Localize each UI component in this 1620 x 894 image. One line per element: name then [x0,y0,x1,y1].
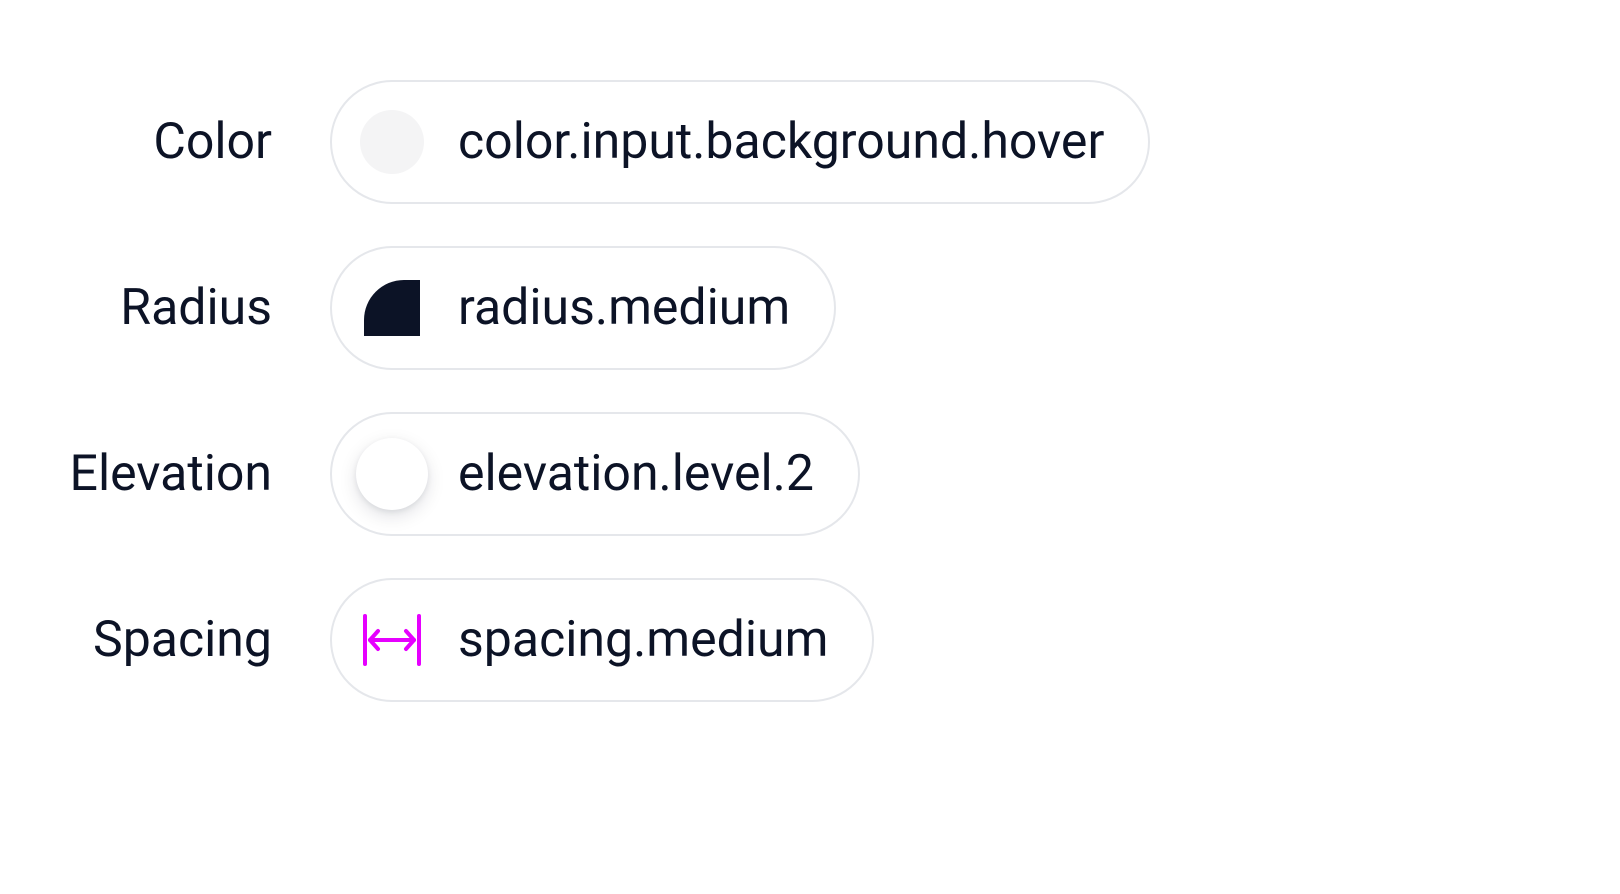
elevation-swatch-icon [360,442,424,506]
token-name: color.input.background.hover [458,113,1104,171]
token-name: elevation.level.2 [458,445,814,503]
token-label: Color [0,113,330,171]
spacing-swatch-icon [360,608,424,672]
token-row-spacing: Spacing spacing.medium [0,578,1620,702]
token-pill-elevation[interactable]: elevation.level.2 [330,412,860,536]
token-row-elevation: Elevation elevation.level.2 [0,412,1620,536]
token-label: Elevation [0,445,330,503]
token-pill-color[interactable]: color.input.background.hover [330,80,1150,204]
token-row-radius: Radius radius.medium [0,246,1620,370]
color-swatch-icon [360,110,424,174]
token-pill-spacing[interactable]: spacing.medium [330,578,874,702]
radius-swatch-icon [360,276,424,340]
token-row-color: Color color.input.background.hover [0,80,1620,204]
token-pill-radius[interactable]: radius.medium [330,246,836,370]
token-label: Spacing [0,611,330,669]
token-name: radius.medium [458,279,790,337]
token-name: spacing.medium [458,611,828,669]
token-label: Radius [0,279,330,337]
